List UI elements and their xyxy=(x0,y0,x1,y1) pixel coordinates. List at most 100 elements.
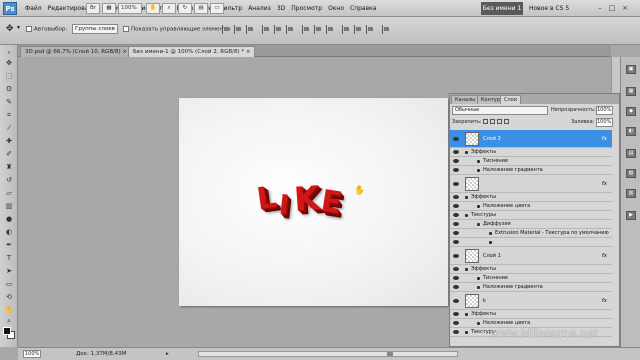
layer-effect-row[interactable]: Эффекты xyxy=(450,265,612,274)
bridge-icon[interactable]: Br xyxy=(86,3,100,14)
zoom-input[interactable]: 100% xyxy=(23,350,41,358)
lock-transparency-icon[interactable] xyxy=(483,119,488,124)
brush-tool-icon[interactable]: ✐ xyxy=(4,150,14,159)
distribute-center-icon[interactable] xyxy=(314,25,322,34)
menu-item[interactable]: Справка xyxy=(350,5,376,12)
layer-row[interactable]: Слой 1 fx xyxy=(450,247,612,265)
lock-all-icon[interactable] xyxy=(504,119,509,124)
align-right-icon[interactable] xyxy=(286,25,294,34)
effect-visibility-eye-icon[interactable] xyxy=(453,285,460,290)
effect-visibility-eye-icon[interactable] xyxy=(453,321,460,326)
hand-tool-icon[interactable]: ✋ xyxy=(4,306,14,315)
effect-visibility-eye-icon[interactable] xyxy=(453,312,460,317)
align-bottom-icon[interactable] xyxy=(246,25,254,34)
dodge-tool-icon[interactable]: ◐ xyxy=(4,228,14,237)
pen-tool-icon[interactable]: ✒ xyxy=(4,241,14,250)
layer-effect-row[interactable]: Эффекты xyxy=(450,148,612,157)
move-tool-icon[interactable]: ✥ xyxy=(6,24,14,34)
collapse-toolbar-icon[interactable]: » xyxy=(4,49,14,58)
align-horizontal-center-icon[interactable] xyxy=(274,25,282,34)
type-tool-icon[interactable]: T xyxy=(4,254,14,263)
navigator-panel-icon[interactable]: ▧ xyxy=(626,169,636,178)
layer-row[interactable]: fx xyxy=(450,175,612,193)
effect-visibility-eye-icon[interactable] xyxy=(453,330,460,335)
effect-visibility-eye-icon[interactable] xyxy=(453,150,460,155)
zoom-level-select[interactable]: 100% xyxy=(118,3,142,14)
move-tool-icon[interactable]: ✥ xyxy=(4,59,14,68)
status-menu-icon[interactable]: ▸ xyxy=(166,348,169,360)
zoom-icon[interactable]: ⌕ xyxy=(162,3,176,14)
lock-position-icon[interactable] xyxy=(497,119,502,124)
screen-mode-icon[interactable]: ▭ xyxy=(210,3,224,14)
layer-effect-row[interactable]: Текстуры xyxy=(450,211,612,220)
layer-row[interactable]: Слой 2 fx xyxy=(450,130,612,148)
lock-pixels-icon[interactable] xyxy=(490,119,495,124)
layer-effects-fx-icon[interactable]: fx xyxy=(602,130,607,148)
tab-close-icon[interactable]: × xyxy=(246,49,251,55)
shape-tool-icon[interactable]: ▭ xyxy=(4,280,14,289)
actions-panel-icon[interactable]: ▶ xyxy=(626,211,636,220)
layer-effect-row[interactable]: Наложение градиента xyxy=(450,166,612,175)
tool-preset-dropdown-icon[interactable]: ▾ xyxy=(17,24,20,31)
distribute-left-icon[interactable] xyxy=(342,25,350,34)
minimize-icon[interactable]: – xyxy=(595,3,605,13)
workspace-button[interactable]: Без имени 1 xyxy=(481,2,523,15)
healing-brush-tool-icon[interactable]: ✚ xyxy=(4,137,14,146)
menu-item[interactable]: Окно xyxy=(328,5,344,12)
layer-effects-fx-icon[interactable]: fx xyxy=(602,175,607,193)
crop-tool-icon[interactable]: ⌗ xyxy=(4,111,14,120)
layer-effect-row[interactable]: Наложение цвета xyxy=(450,202,612,211)
effect-visibility-eye-icon[interactable] xyxy=(453,267,460,272)
distribute-bottom-icon[interactable] xyxy=(326,25,334,34)
layer-effect-row[interactable]: Наложение градиента xyxy=(450,283,612,292)
path-selection-tool-icon[interactable]: ➤ xyxy=(4,267,14,276)
show-transform-controls-checkbox[interactable]: Показать управляющие элементы xyxy=(123,26,231,33)
effect-visibility-eye-icon[interactable] xyxy=(453,168,460,173)
align-top-icon[interactable] xyxy=(222,25,230,34)
layer-effect-row[interactable] xyxy=(450,238,612,247)
hand-icon[interactable]: ✋ xyxy=(146,3,160,14)
eraser-tool-icon[interactable]: ▱ xyxy=(4,189,14,198)
eyedropper-tool-icon[interactable]: ⁄ xyxy=(4,124,14,133)
foreground-color-swatch[interactable] xyxy=(3,327,11,335)
3d-rotate-tool-icon[interactable]: ⟲ xyxy=(4,293,14,302)
layer-effect-row[interactable]: Extrusion Material - Текстура по умолчан… xyxy=(450,229,612,238)
rotate-view-icon[interactable]: ↻ xyxy=(178,3,192,14)
layer-effect-row[interactable]: Эффекты xyxy=(450,310,612,319)
color-panel-icon[interactable]: ▣ xyxy=(626,65,636,74)
horizontal-scrollbar[interactable] xyxy=(198,351,458,357)
align-vertical-center-icon[interactable] xyxy=(234,25,242,34)
effect-visibility-eye-icon[interactable] xyxy=(453,204,460,209)
adjustments-panel-icon[interactable]: ◐ xyxy=(626,127,636,136)
align-left-icon[interactable] xyxy=(262,25,270,34)
effect-visibility-eye-icon[interactable] xyxy=(453,240,460,245)
layer-row[interactable]: k fx xyxy=(450,292,612,310)
tab-channels[interactable]: Каналы xyxy=(451,95,480,104)
zoom-tool-icon[interactable]: ⌕ xyxy=(4,317,14,326)
distribute-top-icon[interactable] xyxy=(302,25,310,34)
history-panel-icon[interactable]: ▥ xyxy=(626,189,636,198)
whats-new-button[interactable]: Новое в CS 5 xyxy=(529,2,569,15)
menu-item[interactable]: Просмотр xyxy=(291,5,322,12)
effect-visibility-eye-icon[interactable] xyxy=(453,222,460,227)
gradient-tool-icon[interactable]: ▥ xyxy=(4,202,14,211)
effect-visibility-eye-icon[interactable] xyxy=(453,276,460,281)
visibility-eye-icon[interactable] xyxy=(453,254,460,259)
tab-untitled-1[interactable]: Без имени-1 @ 100% (Слой 2, RGB/8) * × xyxy=(128,46,256,57)
autoselect-checkbox[interactable]: Автовыбор: xyxy=(26,26,67,33)
tab-layers[interactable]: Слои xyxy=(500,95,521,104)
auto-align-layers-icon[interactable] xyxy=(382,25,390,34)
clone-stamp-tool-icon[interactable]: ♜ xyxy=(4,163,14,172)
mini-bridge-icon[interactable]: ▦ xyxy=(102,3,116,14)
layer-effect-row[interactable]: Тиснение xyxy=(450,274,612,283)
maximize-icon[interactable]: □ xyxy=(607,3,617,13)
marquee-tool-icon[interactable]: ⬚ xyxy=(4,72,14,81)
visibility-eye-icon[interactable] xyxy=(453,182,460,187)
lasso-tool-icon[interactable]: ʘ xyxy=(4,85,14,94)
effect-visibility-eye-icon[interactable] xyxy=(453,195,460,200)
effect-visibility-eye-icon[interactable] xyxy=(453,231,460,236)
histogram-panel-icon[interactable]: ▤ xyxy=(626,149,636,158)
menu-item[interactable]: Файл xyxy=(25,5,42,12)
scrollbar-thumb[interactable] xyxy=(387,352,393,356)
3d-panel-icon[interactable]: ◆ xyxy=(626,107,636,116)
